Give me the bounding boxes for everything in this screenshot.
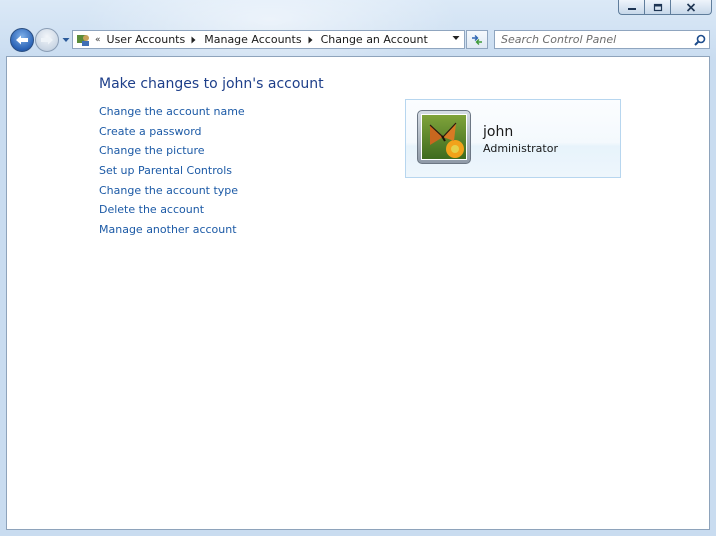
address-bar[interactable]: « User Accounts Manage Accounts Change a… <box>72 30 465 49</box>
search-button[interactable] <box>691 34 709 46</box>
refresh-icon <box>472 34 482 45</box>
refresh-button[interactable] <box>466 30 488 49</box>
control-panel-icon <box>75 32 91 48</box>
content-pane: Make changes to john's account Change th… <box>6 56 710 530</box>
minimize-button[interactable] <box>618 0 644 15</box>
window-controls <box>618 0 712 16</box>
breadcrumb-manage-accounts[interactable]: Manage Accounts <box>204 33 301 46</box>
control-panel-window: « User Accounts Manage Accounts Change a… <box>0 0 716 536</box>
search-box[interactable]: Search Control Panel <box>494 30 710 49</box>
breadcrumb-change-an-account[interactable]: Change an Account <box>321 33 428 46</box>
forward-button[interactable] <box>35 28 59 52</box>
manage-another-account-link[interactable]: Manage another account <box>99 223 245 236</box>
maximize-button[interactable] <box>644 0 670 15</box>
chevron-down-icon <box>62 38 70 42</box>
crumb-separator-icon[interactable] <box>191 36 196 44</box>
address-dropdown-icon[interactable] <box>452 35 460 41</box>
hidden-crumbs-icon[interactable]: « <box>95 35 101 45</box>
parental-controls-link[interactable]: Set up Parental Controls <box>99 164 245 177</box>
page-title: Make changes to john's account <box>99 76 324 92</box>
change-picture-link[interactable]: Change the picture <box>99 144 245 157</box>
breadcrumb-user-accounts[interactable]: User Accounts <box>107 33 186 46</box>
search-input[interactable]: Search Control Panel <box>501 33 691 46</box>
create-password-link[interactable]: Create a password <box>99 125 245 138</box>
delete-account-link[interactable]: Delete the account <box>99 203 245 216</box>
change-account-type-link[interactable]: Change the account type <box>99 184 245 197</box>
minimize-icon <box>627 8 636 10</box>
close-icon <box>686 2 696 12</box>
account-card: john Administrator <box>405 99 621 178</box>
arrow-right-icon <box>41 35 53 45</box>
navigation-buttons <box>10 28 71 52</box>
task-links: Change the account name Create a passwor… <box>99 105 245 243</box>
close-button[interactable] <box>670 0 712 15</box>
butterfly-picture-icon <box>421 114 467 160</box>
account-name: john <box>483 124 514 140</box>
arrow-left-icon <box>16 35 28 45</box>
crumb-separator-icon[interactable] <box>308 36 313 44</box>
maximize-icon <box>653 3 662 11</box>
account-type: Administrator <box>483 142 558 155</box>
change-account-name-link[interactable]: Change the account name <box>99 105 245 118</box>
back-button[interactable] <box>10 28 34 52</box>
recent-pages-button[interactable] <box>61 35 71 45</box>
avatar <box>417 110 471 164</box>
search-icon <box>694 34 706 46</box>
